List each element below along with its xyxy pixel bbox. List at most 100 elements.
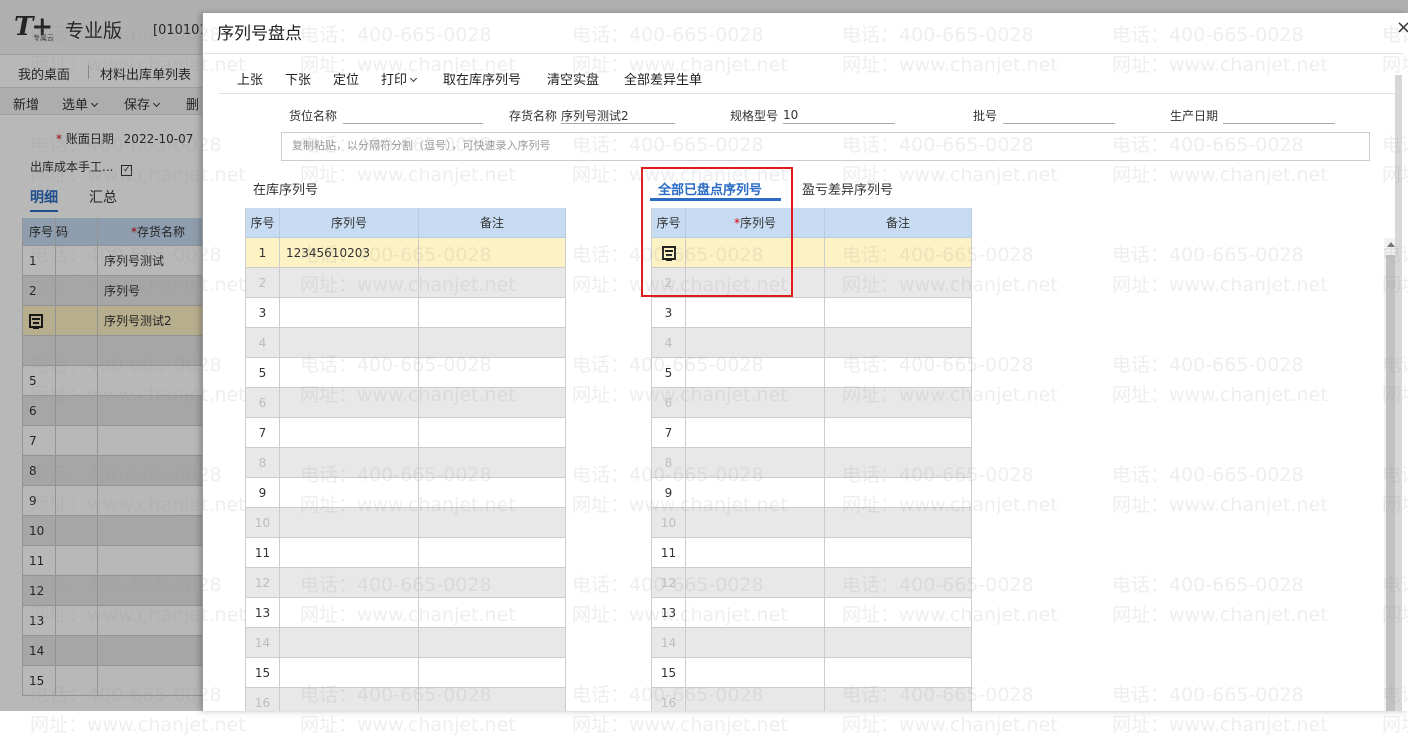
note-cell[interactable] [419, 688, 566, 711]
table-row[interactable]: 11 [246, 538, 566, 568]
serial-number-cell[interactable] [280, 598, 419, 627]
spec-field[interactable] [783, 107, 895, 124]
print-button[interactable]: 打印 [381, 69, 418, 88]
table-row[interactable]: 15 [652, 658, 972, 688]
close-icon[interactable]: × [1396, 17, 1408, 38]
location-field[interactable] [343, 107, 483, 124]
table-row[interactable] [652, 238, 972, 268]
table-row[interactable]: 10 [652, 508, 972, 538]
serial-number-cell[interactable] [280, 508, 419, 537]
serial-number-cell[interactable] [280, 418, 419, 447]
serial-number-cell[interactable] [280, 388, 419, 417]
serial-number-cell[interactable] [280, 358, 419, 387]
note-cell[interactable] [825, 268, 972, 297]
table-row[interactable]: 3 [246, 298, 566, 328]
table-row[interactable]: 3 [652, 298, 972, 328]
table-row[interactable]: 7 [652, 418, 972, 448]
note-cell[interactable] [419, 598, 566, 627]
serial-number-cell[interactable] [686, 448, 825, 477]
serial-number-cell[interactable] [280, 478, 419, 507]
serial-number-cell[interactable] [686, 598, 825, 627]
serial-number-cell[interactable] [686, 688, 825, 711]
table-row[interactable]: 14 [652, 628, 972, 658]
table-row[interactable]: 13 [246, 598, 566, 628]
note-cell[interactable] [419, 478, 566, 507]
note-cell[interactable] [419, 298, 566, 327]
serial-paste-input[interactable] [281, 132, 1370, 161]
serial-number-cell[interactable] [686, 328, 825, 357]
serial-number-cell[interactable] [686, 298, 825, 327]
tab-all-counted-serials[interactable]: 全部已盘点序列号 [658, 179, 762, 198]
row-editing-icon[interactable] [661, 245, 676, 261]
table-row[interactable]: 6 [246, 388, 566, 418]
table-row[interactable]: 10 [246, 508, 566, 538]
note-cell[interactable] [419, 538, 566, 567]
table-row[interactable]: 6 [652, 388, 972, 418]
table-row[interactable]: 8 [246, 448, 566, 478]
table-row[interactable]: 7 [246, 418, 566, 448]
note-cell[interactable] [419, 448, 566, 477]
note-cell[interactable] [419, 268, 566, 297]
serial-number-cell[interactable] [280, 538, 419, 567]
serial-number-cell[interactable] [280, 628, 419, 657]
prev-record-button[interactable]: 上张 [237, 69, 263, 88]
table-row[interactable]: 12 [652, 568, 972, 598]
note-cell[interactable] [419, 328, 566, 357]
table-row[interactable]: 4 [246, 328, 566, 358]
note-cell[interactable] [419, 628, 566, 657]
note-cell[interactable] [825, 298, 972, 327]
serial-number-cell[interactable] [686, 568, 825, 597]
fetch-in-stock-serials-button[interactable]: 取在库序列号 [443, 69, 521, 88]
table-row[interactable]: 2 [246, 268, 566, 298]
table-row[interactable]: 16 [652, 688, 972, 711]
table-row[interactable]: 11 [652, 538, 972, 568]
locate-button[interactable]: 定位 [333, 69, 359, 88]
table-row[interactable]: 2 [652, 268, 972, 298]
table-row[interactable]: 15 [246, 658, 566, 688]
table-row[interactable]: 9 [246, 478, 566, 508]
note-cell[interactable] [419, 388, 566, 417]
table-row[interactable]: 12 [246, 568, 566, 598]
table-row[interactable]: 16 [246, 688, 566, 711]
serial-number-cell[interactable] [686, 388, 825, 417]
serial-number-cell[interactable] [280, 298, 419, 327]
serial-number-cell[interactable] [686, 268, 825, 297]
table-row[interactable]: 1 12345610203 [246, 238, 566, 268]
note-cell[interactable] [825, 478, 972, 507]
note-cell[interactable] [419, 568, 566, 597]
serial-number-cell[interactable]: 12345610203 [280, 238, 419, 267]
note-cell[interactable] [825, 508, 972, 537]
next-record-button[interactable]: 下张 [285, 69, 311, 88]
serial-number-cell[interactable] [686, 628, 825, 657]
note-cell[interactable] [419, 658, 566, 687]
serial-number-cell[interactable] [686, 658, 825, 687]
serial-number-cell[interactable] [686, 418, 825, 447]
serial-number-cell[interactable] [280, 328, 419, 357]
batch-field[interactable] [1003, 107, 1115, 124]
serial-number-cell[interactable] [686, 538, 825, 567]
table-row[interactable]: 9 [652, 478, 972, 508]
serial-number-cell[interactable] [280, 658, 419, 687]
clear-actual-count-button[interactable]: 清空实盘 [547, 69, 599, 88]
note-cell[interactable] [825, 238, 972, 267]
table-row[interactable]: 4 [652, 328, 972, 358]
table-row[interactable]: 13 [652, 598, 972, 628]
serial-number-cell[interactable] [280, 568, 419, 597]
scroll-up-icon[interactable] [1387, 242, 1395, 247]
note-cell[interactable] [825, 568, 972, 597]
note-cell[interactable] [825, 688, 972, 711]
note-cell[interactable] [825, 418, 972, 447]
item-name-field[interactable] [561, 107, 675, 124]
serial-number-cell[interactable] [280, 688, 419, 711]
table-row[interactable]: 14 [246, 628, 566, 658]
tab-diff-serials[interactable]: 盈亏差异序列号 [802, 179, 893, 198]
generate-all-diff-orders-button[interactable]: 全部差异生单 [624, 69, 702, 88]
note-cell[interactable] [825, 598, 972, 627]
note-cell[interactable] [825, 328, 972, 357]
note-cell[interactable] [419, 238, 566, 267]
table-row[interactable]: 8 [652, 448, 972, 478]
table-row[interactable]: 5 [246, 358, 566, 388]
note-cell[interactable] [419, 508, 566, 537]
serial-number-cell[interactable] [280, 268, 419, 297]
note-cell[interactable] [419, 418, 566, 447]
